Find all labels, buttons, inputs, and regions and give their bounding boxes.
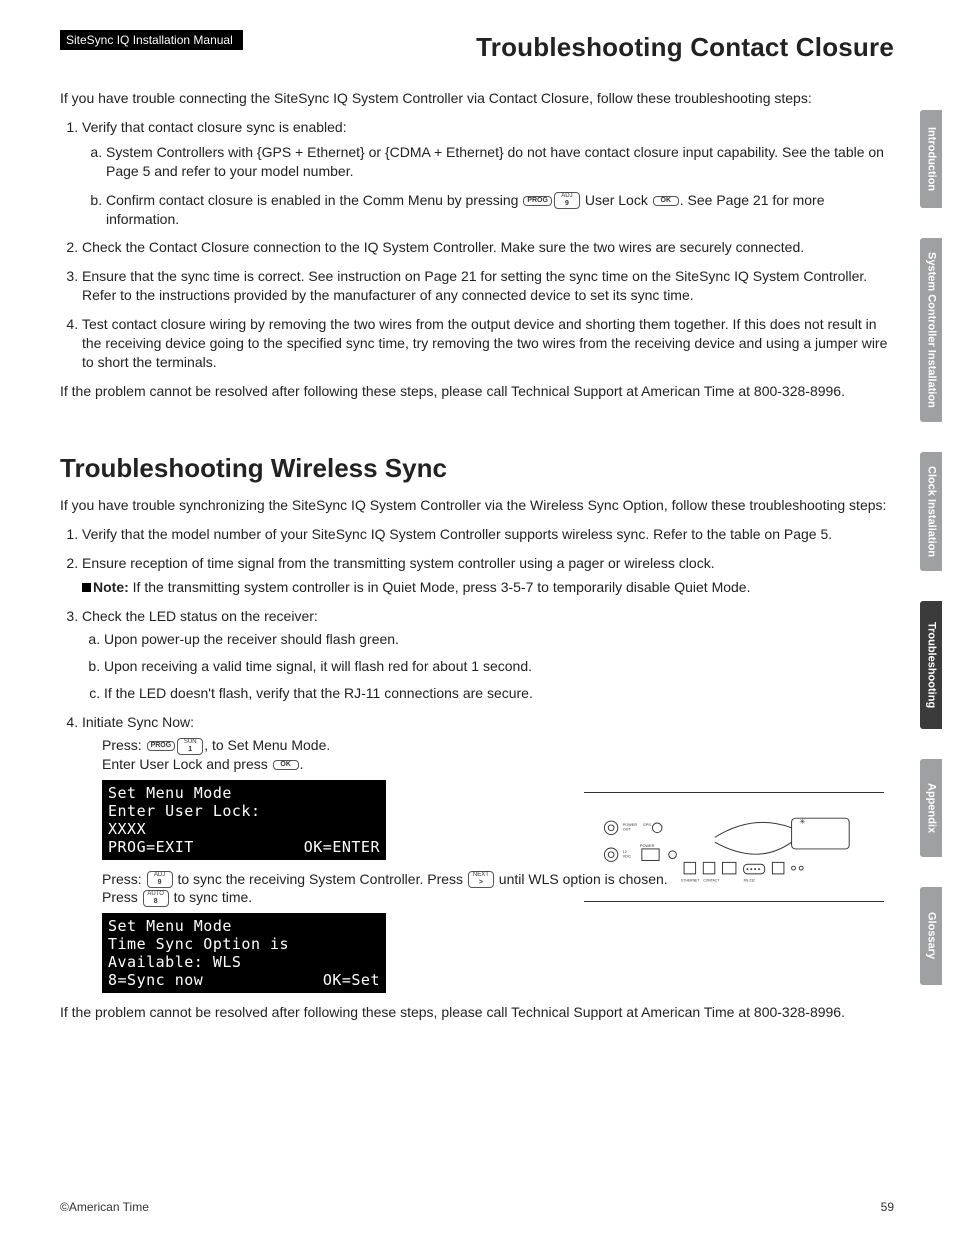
- lcd-line: OK=Set: [323, 971, 380, 989]
- svg-text:POWER: POWER: [640, 844, 655, 848]
- page-title: Troubleshooting Contact Closure: [476, 30, 894, 65]
- svg-text:VDC: VDC: [623, 855, 631, 859]
- enter-text: Enter User Lock and press: [102, 756, 272, 772]
- svg-text:RS-232: RS-232: [744, 879, 756, 883]
- svg-text:✳: ✳: [799, 817, 806, 826]
- manual-tag: SiteSync IQ Installation Manual: [60, 30, 243, 50]
- item-text: Initiate Sync Now:: [82, 714, 194, 730]
- item-text: Confirm contact closure is enabled in th…: [106, 192, 522, 208]
- list-item: Confirm contact closure is enabled in th…: [106, 191, 894, 229]
- list-item: Ensure reception of time signal from the…: [82, 554, 894, 598]
- tab-clock-installation[interactable]: Clock Installation: [920, 452, 942, 571]
- list-item: Upon receiving a valid time signal, it w…: [104, 657, 894, 676]
- note-label: Note:: [93, 579, 129, 595]
- press-text: Press: [102, 889, 142, 905]
- item-text: Check the LED status on the receiver:: [82, 608, 318, 624]
- list-item: If the LED doesn't flash, verify that th…: [104, 684, 894, 703]
- list-item: Verify that the model number of your Sit…: [82, 525, 894, 544]
- item-text: Ensure reception of time signal from the…: [82, 555, 715, 571]
- svg-text:12: 12: [623, 850, 627, 854]
- svg-text:OUT: OUT: [623, 828, 632, 832]
- item-text: Verify that contact closure sync is enab…: [82, 119, 347, 135]
- svg-text:CONTACT: CONTACT: [703, 879, 719, 883]
- adj9-key-icon: ADJ9: [147, 871, 173, 888]
- prog-key-icon: PROG: [523, 196, 552, 206]
- sun1-key-icon: SUN1: [177, 738, 203, 755]
- tab-introduction[interactable]: Introduction: [920, 110, 942, 208]
- section1-outro: If the problem cannot be resolved after …: [60, 382, 894, 401]
- tab-troubleshooting[interactable]: Troubleshooting: [920, 601, 942, 729]
- item-text: User Lock: [581, 192, 652, 208]
- section2-outro: If the problem cannot be resolved after …: [60, 1003, 894, 1022]
- list-item: System Controllers with {GPS + Ethernet}…: [106, 143, 894, 181]
- lcd-line: OK=ENTER: [304, 838, 380, 856]
- lcd-line: Time Sync Option is: [108, 935, 380, 953]
- list-item: Test contact closure wiring by removing …: [82, 315, 894, 372]
- tab-appendix[interactable]: Appendix: [920, 759, 942, 857]
- note-text: If the transmitting system controller is…: [129, 579, 751, 595]
- section2-list: Verify that the model number of your Sit…: [60, 525, 894, 994]
- page-number: 59: [881, 1199, 894, 1215]
- auto8-key-icon: AUTO8: [143, 890, 169, 907]
- lcd-display: Set Menu Mode Time Sync Option is Availa…: [102, 913, 386, 993]
- press-text: , to Set Menu Mode.: [204, 737, 330, 753]
- press-text: Press:: [102, 737, 146, 753]
- prog-key-icon: PROG: [147, 741, 176, 751]
- list-item: Verify that contact closure sync is enab…: [82, 118, 894, 228]
- svg-text:ETHERNET: ETHERNET: [681, 879, 699, 883]
- list-item: Upon power-up the receiver should flash …: [104, 630, 894, 649]
- lcd-display: Set Menu Mode Enter User Lock: XXXX PROG…: [102, 780, 386, 860]
- footer-copyright: ©American Time: [60, 1199, 149, 1215]
- section2-title: Troubleshooting Wireless Sync: [60, 451, 894, 486]
- lcd-line: Set Menu Mode: [108, 917, 380, 935]
- wiring-diagram: POWER OUT GPS 12 VDC POWER ✳ ETHERNET CO…: [584, 792, 884, 902]
- lcd-line: XXXX: [108, 820, 380, 838]
- svg-text:POWER: POWER: [623, 823, 638, 827]
- ok-key-icon: OK: [273, 760, 299, 770]
- list-item: Check the Contact Closure connection to …: [82, 238, 894, 257]
- lcd-line: PROG=EXIT: [108, 838, 194, 856]
- ok-key-icon: OK: [653, 196, 679, 206]
- square-bullet-icon: [82, 583, 91, 592]
- next-key-icon: NEXT>: [468, 871, 494, 888]
- section1-list: Verify that contact closure sync is enab…: [60, 118, 894, 372]
- svg-text:GPS: GPS: [643, 823, 652, 827]
- adj9-key-icon: ADJ9: [554, 192, 580, 209]
- side-tabs: Introduction System Controller Installat…: [920, 110, 954, 1015]
- section1-intro: If you have trouble connecting the SiteS…: [60, 89, 894, 108]
- tab-system-controller[interactable]: System Controller Installation: [920, 238, 942, 422]
- press-text: Press:: [102, 871, 146, 887]
- lcd-line: Enter User Lock:: [108, 802, 380, 820]
- press-text: to sync time.: [170, 889, 252, 905]
- list-item: Ensure that the sync time is correct. Se…: [82, 267, 894, 305]
- lcd-line: Available: WLS: [108, 953, 380, 971]
- section2-intro: If you have trouble synchronizing the Si…: [60, 496, 894, 515]
- tab-glossary[interactable]: Glossary: [920, 887, 942, 985]
- lcd-line: 8=Sync now: [108, 971, 203, 989]
- enter-text: .: [300, 756, 304, 772]
- press-text: to sync the receiving System Controller.…: [174, 871, 467, 887]
- list-item: Check the LED status on the receiver: Up…: [82, 607, 894, 703]
- lcd-line: Set Menu Mode: [108, 784, 380, 802]
